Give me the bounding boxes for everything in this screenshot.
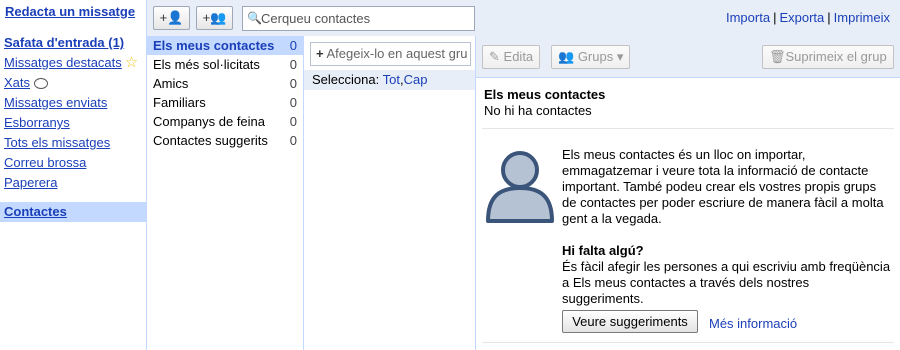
delete-group-label: Suprimeix el grup <box>785 49 887 64</box>
group-family[interactable]: Familiars 0 <box>147 93 303 112</box>
divider <box>482 128 894 129</box>
star-icon: ☆ <box>124 54 139 71</box>
add-contact-button[interactable]: +👤 <box>153 6 190 30</box>
group-most-contacted[interactable]: Els més sol·licitats 0 <box>147 55 303 74</box>
nav-item-label[interactable]: Missatges enviats <box>4 93 107 113</box>
missing-someone-heading: Hi falta algú? <box>562 243 644 258</box>
select-none-link[interactable]: Cap <box>404 72 428 87</box>
export-link[interactable]: Exporta <box>779 10 824 25</box>
separator: | <box>827 10 831 25</box>
group-count: 0 <box>289 57 297 72</box>
pencil-icon: ✎ <box>489 49 500 64</box>
left-nav: Redacta un missatge Safata d'entrada (1)… <box>0 0 146 350</box>
group-my-contacts[interactable]: Els meus contactes 0 <box>147 36 303 55</box>
search-placeholder: Cerqueu contactes <box>261 11 371 26</box>
person-silhouette-icon <box>486 151 554 223</box>
group-count: 0 <box>289 133 297 148</box>
groups-label: Grups <box>577 49 614 64</box>
plus-icon: + <box>316 46 324 61</box>
contacts-topbar: +👤 +👥 🔍 Cerqueu contactes Importa | Export… <box>146 0 900 36</box>
nav-item-chats[interactable]: Xats <box>4 73 146 93</box>
empty-state-description: Els meus contactes és un lloc on importa… <box>562 147 892 307</box>
top-links: Importa | Exporta | Imprimeix <box>726 10 890 25</box>
view-suggestions-button[interactable]: Veure suggeriments <box>562 310 698 333</box>
separator: | <box>773 10 777 25</box>
details-toolbar: ✎ Edita 👥 Grups ▾ 🗑Suprimeix el grup <box>476 36 900 78</box>
group-name: Companys de feina <box>153 114 266 129</box>
import-link[interactable]: Importa <box>726 10 770 25</box>
compose-link[interactable]: Redacta un missatge <box>5 4 135 19</box>
nav-item-sent[interactable]: Missatges enviats <box>4 93 146 113</box>
group-coworkers[interactable]: Companys de feina 0 <box>147 112 303 131</box>
nav-list: Safata d'entrada (1) Missatges destacats… <box>4 33 146 193</box>
nav-item-label[interactable]: Correu brossa <box>4 153 86 173</box>
more-info-link[interactable]: Més informació <box>709 316 797 331</box>
add-to-group-input[interactable]: + Afegeix-lo en aquest gru <box>310 42 471 66</box>
nav-item-inbox[interactable]: Safata d'entrada (1) <box>4 33 146 53</box>
trash-icon: 🗑 <box>769 49 786 64</box>
nav-item-all-mail[interactable]: Tots els missatges <box>4 133 146 153</box>
groups-dropdown[interactable]: 👥 Grups ▾ <box>551 45 631 69</box>
nav-item-drafts[interactable]: Esborranys <box>4 113 146 133</box>
group-count: 0 <box>289 76 297 91</box>
nav-item-starred[interactable]: Missatges destacats ☆ <box>4 53 146 73</box>
details-title: Els meus contactes <box>484 87 606 102</box>
nav-item-label[interactable]: Xats <box>4 73 30 93</box>
contact-list-pane: + Afegeix-lo en aquest gru Selecciona: T… <box>304 36 476 350</box>
select-label: Selecciona: <box>312 72 380 87</box>
add-group-icon: +👥 <box>202 10 227 25</box>
nav-item-label[interactable]: Paperera <box>4 173 57 193</box>
print-link[interactable]: Imprimeix <box>834 10 890 25</box>
description-paragraph: Els meus contactes és un lloc on importa… <box>562 147 884 226</box>
select-bar: Selecciona: Tot,Cap <box>304 70 475 90</box>
group-count: 0 <box>289 38 297 53</box>
group-name: Contactes suggerits <box>153 133 268 148</box>
chat-bubble-icon <box>34 77 49 89</box>
group-count: 0 <box>289 114 297 129</box>
groups-icon: 👥 <box>558 49 575 64</box>
nav-item-label[interactable]: Esborranys <box>4 113 70 133</box>
details-subtitle: No hi ha contactes <box>484 103 592 118</box>
search-input[interactable]: 🔍 Cerqueu contactes <box>242 6 475 31</box>
nav-item-contacts[interactable]: Contactes <box>0 202 146 222</box>
suggestions-paragraph: És fàcil afegir les persones a qui escri… <box>562 259 891 306</box>
group-name: Els meus contactes <box>153 38 275 53</box>
select-all-link[interactable]: Tot <box>383 72 400 87</box>
nav-item-spam[interactable]: Correu brossa <box>4 153 146 173</box>
group-friends[interactable]: Amics 0 <box>147 74 303 93</box>
add-contact-icon: +👤 <box>159 10 184 25</box>
edit-button[interactable]: ✎ Edita <box>482 45 541 69</box>
edit-label: Edita <box>503 49 534 64</box>
group-name: Familiars <box>153 95 206 110</box>
nav-item-label[interactable]: Missatges destacats <box>4 53 122 73</box>
search-icon: 🔍 <box>247 11 262 25</box>
divider <box>482 342 894 343</box>
group-name: Els més sol·licitats <box>153 57 260 72</box>
details-pane: ✎ Edita 👥 Grups ▾ 🗑Suprimeix el grup Els… <box>476 36 900 350</box>
add-to-group-placeholder: Afegeix-lo en aquest gru <box>326 46 468 61</box>
chevron-down-icon: ▾ <box>616 49 624 64</box>
delete-group-button[interactable]: 🗑Suprimeix el grup <box>762 45 894 69</box>
group-count: 0 <box>289 95 297 110</box>
group-suggested[interactable]: Contactes suggerits 0 <box>147 131 303 150</box>
nav-item-trash[interactable]: Paperera <box>4 173 146 193</box>
group-name: Amics <box>153 76 189 91</box>
nav-item-label[interactable]: Safata d'entrada (1) <box>4 33 124 53</box>
add-group-button[interactable]: +👥 <box>196 6 233 30</box>
groups-list: Els meus contactes 0 Els més sol·licitats… <box>146 36 304 350</box>
nav-item-label[interactable]: Tots els missatges <box>4 133 110 153</box>
